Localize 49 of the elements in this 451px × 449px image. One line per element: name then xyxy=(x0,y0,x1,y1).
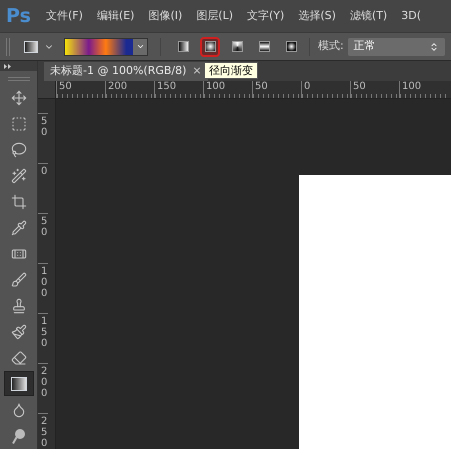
wand-icon xyxy=(10,168,26,184)
ruler-label: 0 xyxy=(301,81,350,98)
paintbrush-icon xyxy=(10,324,26,340)
ruler-label: 50 xyxy=(56,81,105,98)
ruler-label: 100 xyxy=(38,263,48,313)
crop-icon xyxy=(10,194,26,210)
ruler-label: 100 xyxy=(203,81,252,98)
ruler-label: 150 xyxy=(38,313,48,363)
mode-label: 模式: xyxy=(318,38,344,54)
ruler-label: 250 xyxy=(38,413,48,449)
document-title: 未标题-1 @ 100%(RGB/8) xyxy=(50,63,186,80)
brush-icon xyxy=(10,272,26,288)
dodge-icon xyxy=(10,428,26,444)
ruler-label: 50 xyxy=(350,81,399,98)
eraser-icon xyxy=(10,350,26,366)
marquee-icon xyxy=(10,116,26,132)
gradient-picker[interactable] xyxy=(64,38,148,56)
ruler-label: 150 xyxy=(154,81,203,98)
close-button[interactable]: × xyxy=(192,63,202,80)
ruler-label: 100 xyxy=(399,81,448,98)
menu-item[interactable]: 文字(Y) xyxy=(247,8,284,24)
gradient-tool-preset[interactable] xyxy=(24,40,38,52)
mode-select[interactable]: 正常 xyxy=(348,38,445,56)
menu-item[interactable]: 图层(L) xyxy=(196,8,234,24)
menu-item[interactable]: 文件(F) xyxy=(46,8,83,24)
caret-icon xyxy=(136,42,144,51)
tooltip: 径向渐变 xyxy=(204,62,258,79)
ruler-label: 0 xyxy=(38,163,48,213)
gradient-icon xyxy=(10,376,26,390)
tool-button[interactable] xyxy=(4,371,34,396)
menu-item[interactable]: 滤镜(T) xyxy=(350,8,388,24)
ruler-label: 50 xyxy=(38,213,48,263)
menu-item[interactable]: 编辑(E) xyxy=(96,8,134,24)
ruler-label: 50 xyxy=(38,113,48,163)
stamp-icon xyxy=(10,298,26,314)
eyedropper-icon xyxy=(10,220,26,236)
ruler-label: 200 xyxy=(105,81,154,98)
menu-item[interactable]: 选择(S) xyxy=(298,8,336,24)
menu-item[interactable]: 图像(I) xyxy=(148,8,182,24)
move-icon xyxy=(10,90,26,106)
lasso-icon xyxy=(10,142,26,158)
app-logo: Ps xyxy=(6,4,32,29)
document-tab[interactable]: 未标题-1 @ 100%(RGB/8) × xyxy=(44,62,208,81)
select-arrows-icon xyxy=(429,42,439,52)
ruler-label: 200 xyxy=(38,363,48,413)
ruler-label: 50 xyxy=(252,81,301,98)
expand-icon[interactable] xyxy=(4,64,12,68)
radial-gradient-button[interactable] xyxy=(200,36,220,56)
menu-item[interactable]: 3D( xyxy=(401,8,421,24)
